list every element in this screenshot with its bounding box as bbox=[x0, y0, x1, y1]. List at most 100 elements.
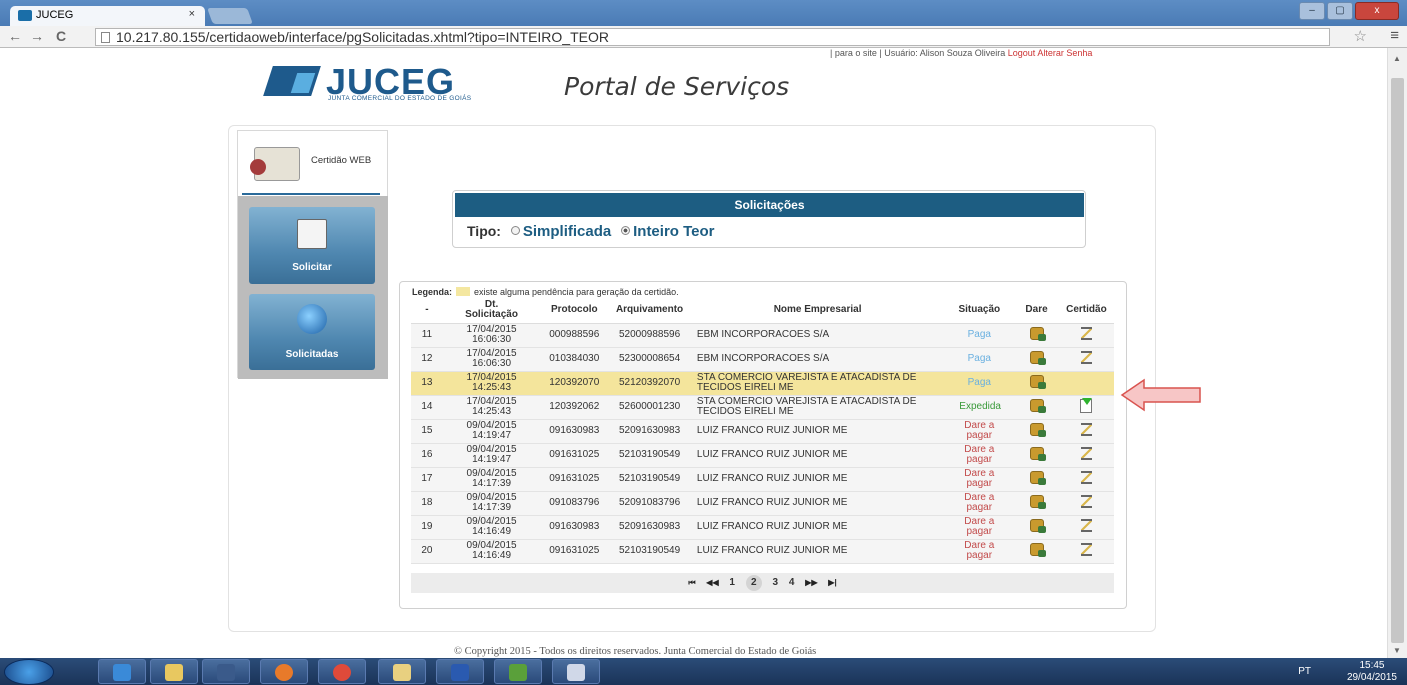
table-row: 20 09/04/2015 14:16:49 091631025 52103190549… bbox=[411, 539, 1114, 564]
browser-tab[interactable]: JUCEG × bbox=[10, 6, 205, 26]
row-date-time: 16:06:30 bbox=[472, 358, 512, 369]
dare-payment-icon[interactable] bbox=[1029, 375, 1046, 389]
page-1-link[interactable]: 1 bbox=[729, 573, 735, 593]
download-certificate-icon[interactable] bbox=[1080, 397, 1093, 413]
row-situacao: Dare a pagar bbox=[944, 539, 1015, 564]
row-dare bbox=[1014, 515, 1059, 540]
row-dare bbox=[1014, 371, 1059, 396]
row-date: 17/04/2015 16:06:30 bbox=[442, 323, 541, 348]
row-situacao: Paga bbox=[944, 347, 1015, 372]
row-protocolo: 091631025 bbox=[540, 539, 609, 564]
row-certidao bbox=[1058, 515, 1114, 540]
col-dt-label: Dt. Solicitação bbox=[465, 299, 518, 321]
row-dare bbox=[1014, 467, 1059, 492]
solicitadas-button[interactable]: Solicitadas bbox=[249, 294, 375, 370]
bookmark-star-icon[interactable]: ☆ bbox=[1354, 27, 1367, 45]
row-arquivamento: 52091083796 bbox=[608, 491, 691, 516]
dare-payment-icon[interactable] bbox=[1029, 423, 1046, 437]
row-dare bbox=[1014, 491, 1059, 516]
logout-link[interactable]: Logout Alterar Senha bbox=[1008, 48, 1093, 58]
app-taskbar-icon[interactable] bbox=[494, 659, 542, 684]
tab-close-icon[interactable]: × bbox=[189, 8, 195, 20]
tipo-selector: Tipo: Simplificada Inteiro Teor bbox=[467, 223, 715, 240]
browser-menu-icon[interactable]: ≡ bbox=[1390, 27, 1399, 44]
row-situacao: Dare a pagar bbox=[944, 419, 1015, 444]
window-controls: – ▢ x bbox=[1299, 2, 1399, 20]
dare-payment-icon[interactable] bbox=[1029, 399, 1046, 413]
system-clock[interactable]: 15:45 29/04/2015 bbox=[1347, 660, 1397, 684]
solicitar-button[interactable]: Solicitar bbox=[249, 207, 375, 284]
radio-inteiro-teor[interactable] bbox=[621, 226, 631, 235]
row-dare bbox=[1014, 395, 1059, 420]
chrome-taskbar-icon[interactable] bbox=[318, 659, 366, 684]
forward-button[interactable]: → bbox=[30, 28, 44, 44]
first-page-button[interactable]: ⏮ bbox=[688, 573, 695, 593]
prev-page-button[interactable]: ◀◀ bbox=[706, 573, 718, 593]
firefox-taskbar-icon[interactable] bbox=[260, 659, 308, 684]
explorer-taskbar-icon[interactable] bbox=[150, 659, 198, 684]
dare-payment-icon[interactable] bbox=[1029, 519, 1046, 533]
page-4-link[interactable]: 4 bbox=[789, 573, 795, 593]
row-protocolo: 000988596 bbox=[540, 323, 609, 348]
hourglass-icon bbox=[1080, 543, 1092, 556]
language-indicator[interactable]: PT bbox=[1298, 666, 1311, 677]
last-page-button[interactable]: ▶| bbox=[828, 573, 836, 593]
status-text: Paga bbox=[967, 377, 991, 388]
row-protocolo: 120392062 bbox=[540, 395, 609, 420]
row-protocolo: 091083796 bbox=[540, 491, 609, 516]
ie-taskbar-icon[interactable] bbox=[98, 659, 146, 684]
row-index: 12 bbox=[411, 347, 443, 372]
col-dare: Dare bbox=[1014, 298, 1059, 324]
start-button[interactable] bbox=[4, 659, 54, 685]
minimize-button[interactable]: – bbox=[1299, 2, 1325, 20]
dare-payment-icon[interactable] bbox=[1029, 543, 1046, 557]
inteiro-teor-label[interactable]: Inteiro Teor bbox=[633, 223, 714, 240]
row-situacao: Dare a pagar bbox=[944, 467, 1015, 492]
new-tab-button[interactable] bbox=[207, 8, 253, 24]
vertical-scrollbar[interactable]: ▲ ▼ bbox=[1387, 48, 1407, 658]
dare-payment-icon[interactable] bbox=[1029, 447, 1046, 461]
radio-simplificada[interactable] bbox=[510, 226, 520, 235]
scroll-down-icon[interactable]: ▼ bbox=[1393, 646, 1401, 655]
row-date-time: 14:16:49 bbox=[472, 550, 512, 561]
col-situacao: Situação bbox=[944, 298, 1015, 324]
row-index: 19 bbox=[411, 515, 443, 540]
sidebar-divider bbox=[242, 193, 380, 195]
copyright-footer: © Copyright 2015 - Todos os direitos res… bbox=[454, 646, 817, 657]
address-bar-row: ← → C 10.217.80.155/certidaoweb/interfac… bbox=[0, 26, 1407, 48]
dare-payment-icon[interactable] bbox=[1029, 327, 1046, 341]
row-arquivamento: 52000988596 bbox=[608, 323, 691, 348]
row-arquivamento: 52300008654 bbox=[608, 347, 691, 372]
back-button[interactable]: ← bbox=[8, 28, 22, 44]
status-text: Paga bbox=[967, 353, 991, 364]
page-3-link[interactable]: 3 bbox=[773, 573, 779, 593]
dare-payment-icon[interactable] bbox=[1029, 495, 1046, 509]
dare-payment-icon[interactable] bbox=[1029, 471, 1046, 485]
maximize-button[interactable]: ▢ bbox=[1327, 2, 1353, 20]
table-header-row: - Dt. Solicitação Protocolo Arquivamento… bbox=[411, 298, 1114, 324]
row-certidao bbox=[1058, 467, 1114, 492]
word-taskbar-icon[interactable] bbox=[436, 659, 484, 684]
row-date-time: 16:06:30 bbox=[472, 334, 512, 345]
media-taskbar-icon[interactable] bbox=[202, 659, 250, 684]
folder-taskbar-icon[interactable] bbox=[378, 659, 426, 684]
scroll-up-icon[interactable]: ▲ bbox=[1393, 54, 1401, 63]
paint-taskbar-icon[interactable] bbox=[552, 659, 600, 684]
row-index: 16 bbox=[411, 443, 443, 468]
user-info-text: | para o site | Usuário: Alison Souza Ol… bbox=[830, 48, 1006, 58]
reload-button[interactable]: C bbox=[56, 28, 66, 44]
row-certidao bbox=[1058, 539, 1114, 564]
next-page-button[interactable]: ▶▶ bbox=[805, 573, 817, 593]
close-window-button[interactable]: x bbox=[1355, 2, 1399, 20]
status-text: Dare a pagar bbox=[964, 468, 995, 489]
url-input[interactable]: 10.217.80.155/certidaoweb/interface/pgSo… bbox=[95, 28, 1330, 46]
scrollbar-thumb[interactable] bbox=[1391, 78, 1404, 643]
page-2-link[interactable]: 2 bbox=[745, 575, 762, 591]
simplificada-label[interactable]: Simplificada bbox=[523, 223, 611, 240]
logo-subtitle: JUNTA COMERCIAL DO ESTADO DE GOIÁS bbox=[328, 95, 472, 102]
row-arquivamento: 52091630983 bbox=[608, 515, 691, 540]
row-situacao: Expedida bbox=[944, 395, 1015, 420]
row-index: 20 bbox=[411, 539, 443, 564]
user-info: | para o site | Usuário: Alison Souza Ol… bbox=[830, 48, 1092, 58]
dare-payment-icon[interactable] bbox=[1029, 351, 1046, 365]
